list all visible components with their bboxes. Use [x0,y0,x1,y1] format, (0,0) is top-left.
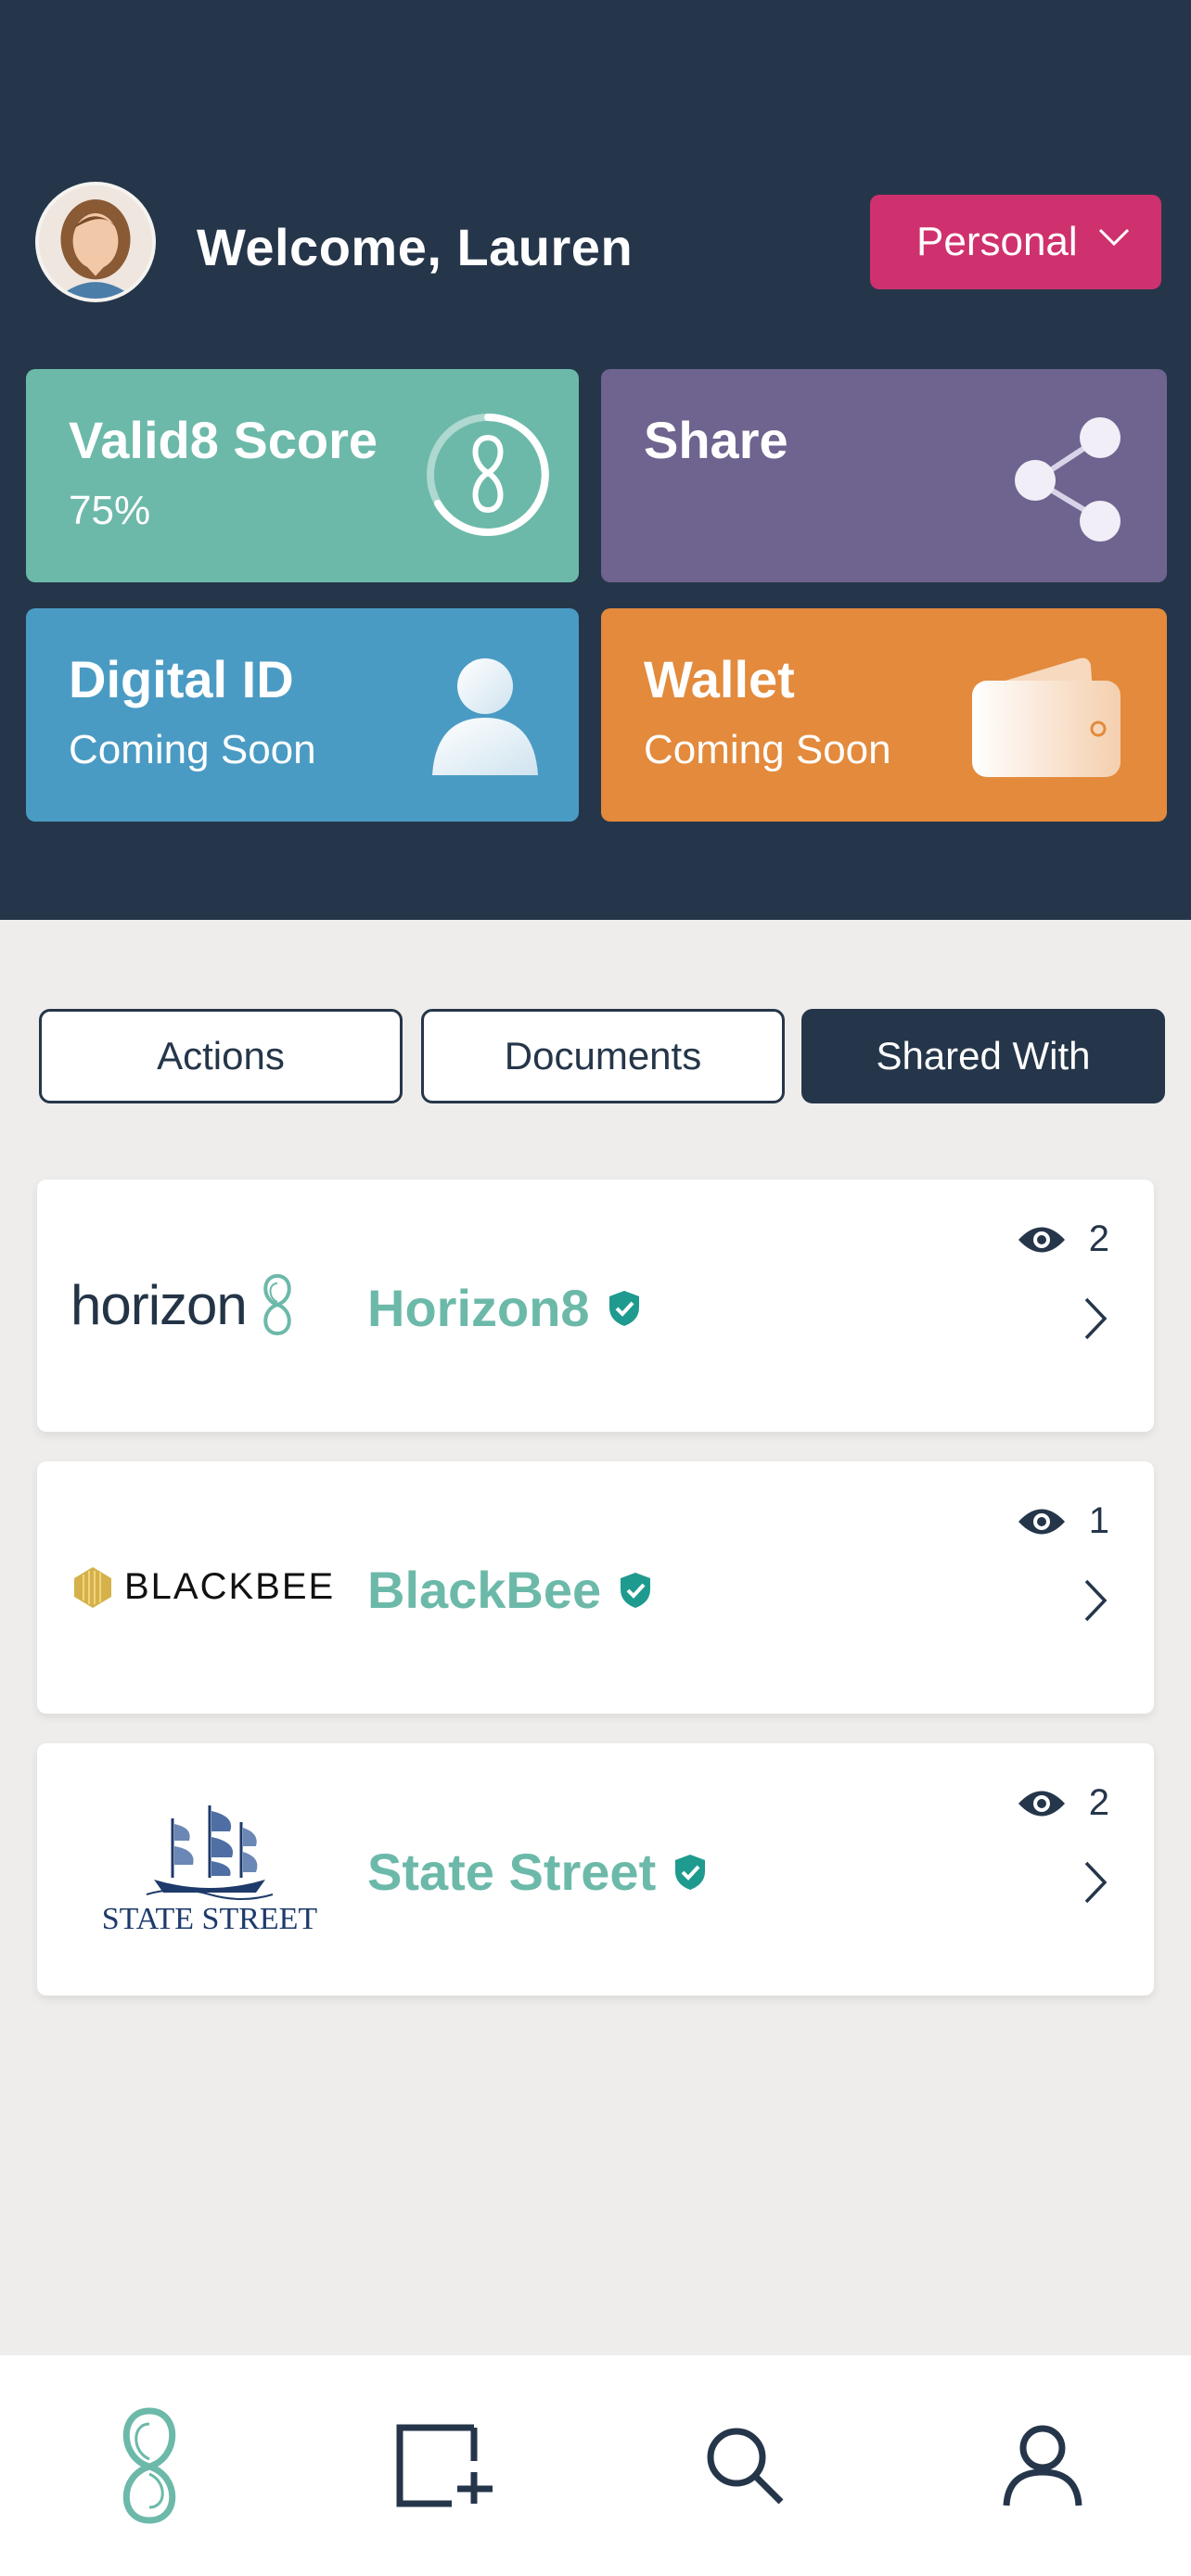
bottom-navigation [0,2355,1191,2576]
share-title: Share [644,411,788,469]
view-count: 1 [1017,1500,1109,1542]
verified-shield-icon [621,1572,651,1608]
search-icon [707,2428,783,2505]
chevron-right-icon[interactable] [1083,1296,1108,1341]
state-street-name: State Street [367,1843,657,1901]
nav-search[interactable] [596,2355,893,2576]
eight-mark-icon [263,1273,291,1336]
state-street-logo-text: STATE STREET [101,1902,318,1936]
blackbee-mark-icon [74,1567,111,1608]
horizon8-logo-text: horizon [70,1273,248,1336]
eye-icon [1018,1509,1065,1534]
eye-icon [1018,1791,1065,1816]
profile-icon [1003,2425,1082,2506]
shared-item-horizon8[interactable]: horizon Horizon8 2 [37,1180,1154,1432]
view-count: 2 [1017,1218,1109,1260]
wallet-tile[interactable]: Wallet Coming Soon [601,608,1167,822]
chevron-right-icon[interactable] [1083,1578,1108,1623]
add-document-icon [396,2424,493,2507]
share-tile[interactable]: Share [601,369,1167,582]
tab-shared-with[interactable]: Shared With [801,1009,1165,1103]
valid8-logo-icon [122,2407,175,2524]
blackbee-name: BlackBee [367,1561,602,1619]
shared-item-name: State Street [367,1842,708,1902]
person-icon [432,658,538,775]
dashboard-header: Welcome, Lauren Personal Valid8 Score 75… [0,0,1191,920]
tab-actions[interactable]: Actions [39,1009,403,1103]
profile-type-dropdown[interactable]: Personal [870,195,1161,289]
blackbee-logo-text: BLACKBEE [124,1565,336,1607]
tab-documents[interactable]: Documents [421,1009,785,1103]
view-count-value: 2 [1088,1218,1109,1259]
valid8-score-value: 75% [69,488,151,533]
valid8-score-tile[interactable]: Valid8 Score 75% [26,369,579,582]
nav-home[interactable] [0,2355,298,2576]
verified-shield-icon [675,1854,706,1890]
valid8-score-title: Valid8 Score [69,411,378,469]
eye-icon [1018,1227,1065,1252]
shared-item-state-street[interactable]: STATE STREET State Street 2 [37,1743,1154,1996]
digital-id-tile[interactable]: Digital ID Coming Soon [26,608,579,822]
content-tabs: Actions Documents Shared With [39,1009,1165,1103]
wallet-icon [972,657,1121,777]
nav-profile[interactable] [893,2355,1191,2576]
digital-id-subtitle: Coming Soon [69,727,316,772]
chevron-down-icon [1098,228,1130,247]
view-count-value: 1 [1088,1500,1109,1541]
horizon8-logo: horizon [70,1235,349,1374]
wallet-subtitle: Coming Soon [644,727,891,772]
blackbee-logo: BLACKBEE [70,1517,349,1656]
shared-item-name: BlackBee [367,1560,653,1620]
state-street-logo: STATE STREET [70,1799,349,1938]
welcome-message: Welcome, Lauren [197,218,634,276]
shared-item-blackbee[interactable]: BLACKBEE BlackBee 1 [37,1461,1154,1714]
shared-item-name: Horizon8 [367,1278,642,1338]
share-icon [1015,417,1121,542]
profile-type-label: Personal [916,219,1078,264]
score-ring-icon [427,414,549,536]
view-count: 2 [1017,1782,1109,1824]
digital-id-title: Digital ID [69,650,294,708]
avatar[interactable] [35,182,156,302]
nav-add-document[interactable] [298,2355,596,2576]
ship-icon [146,1805,274,1900]
horizon8-name: Horizon8 [367,1279,590,1337]
chevron-right-icon[interactable] [1083,1860,1108,1905]
verified-shield-icon [608,1290,639,1326]
view-count-value: 2 [1088,1782,1109,1823]
wallet-title: Wallet [644,650,795,708]
